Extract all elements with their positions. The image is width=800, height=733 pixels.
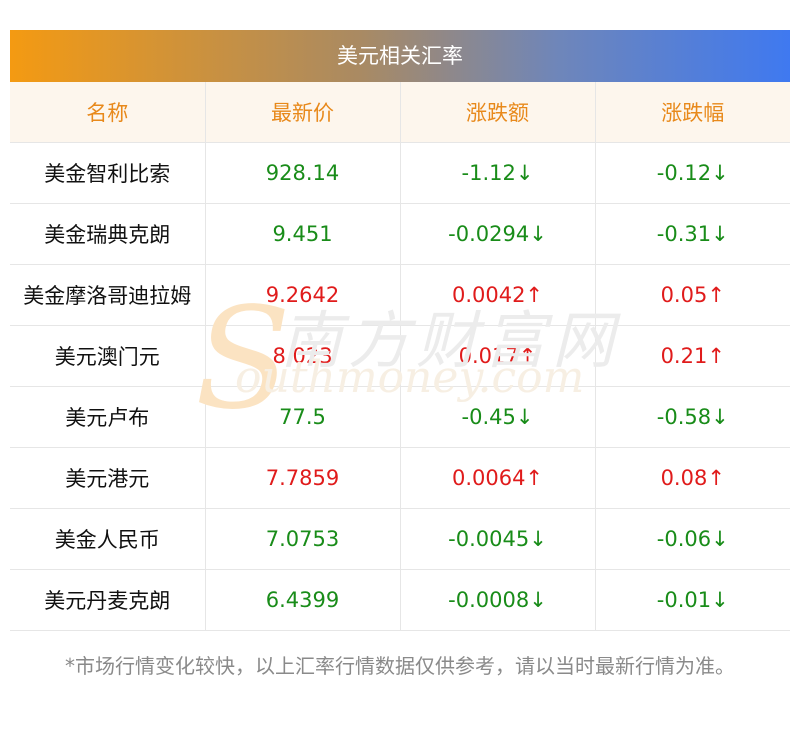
- table-row[interactable]: 美元澳门元 8.023 0.017↑ 0.21↑: [10, 325, 790, 387]
- currency-name[interactable]: 美元澳门元: [10, 325, 206, 387]
- currency-name[interactable]: 美金智利比索: [10, 142, 206, 204]
- table-row[interactable]: 美金摩洛哥迪拉姆 9.2642 0.0042↑ 0.05↑: [10, 264, 790, 326]
- table-row[interactable]: 美金智利比索 928.14 -1.12↓ -0.12↓: [10, 142, 790, 204]
- disclaimer-note: *市场行情变化较快，以上汇率行情数据仅供参考，请以当时最新行情为准。: [65, 654, 735, 678]
- latest-price: 7.7859: [205, 447, 401, 509]
- change-amount: -0.0045↓: [400, 508, 596, 570]
- change-amount: -0.0008↓: [400, 569, 596, 631]
- change-percent: 0.21↑: [595, 325, 790, 387]
- header-name: 名称: [10, 82, 206, 143]
- change-amount: 0.0042↑: [400, 264, 596, 326]
- latest-price: 8.023: [205, 325, 401, 387]
- latest-price: 9.2642: [205, 264, 401, 326]
- table-header-row: 名称 最新价 涨跌额 涨跌幅: [10, 82, 790, 143]
- change-amount: 0.0064↑: [400, 447, 596, 509]
- table-row[interactable]: 美金瑞典克朗 9.451 -0.0294↓ -0.31↓: [10, 203, 790, 265]
- card-title: 美元相关汇率: [10, 30, 790, 82]
- latest-price: 77.5: [205, 386, 401, 448]
- table-row[interactable]: 美金人民币 7.0753 -0.0045↓ -0.06↓: [10, 508, 790, 570]
- change-percent: -0.12↓: [595, 142, 790, 204]
- change-percent: 0.08↑: [595, 447, 790, 509]
- latest-price: 7.0753: [205, 508, 401, 570]
- exchange-rate-card: 美元相关汇率 名称 最新价 涨跌额 涨跌幅 美金智利比索 928.14 -1.1…: [10, 30, 790, 631]
- currency-name[interactable]: 美元港元: [10, 447, 206, 509]
- change-amount: -1.12↓: [400, 142, 596, 204]
- latest-price: 9.451: [205, 203, 401, 265]
- table-row[interactable]: 美元卢布 77.5 -0.45↓ -0.58↓: [10, 386, 790, 448]
- table-row[interactable]: 美元港元 7.7859 0.0064↑ 0.08↑: [10, 447, 790, 509]
- rates-table: 名称 最新价 涨跌额 涨跌幅 美金智利比索 928.14 -1.12↓ -0.1…: [10, 82, 790, 631]
- header-change: 涨跌额: [400, 82, 596, 143]
- change-amount: -0.0294↓: [400, 203, 596, 265]
- change-percent: -0.31↓: [595, 203, 790, 265]
- change-amount: 0.017↑: [400, 325, 596, 387]
- currency-name[interactable]: 美元丹麦克朗: [10, 569, 206, 631]
- latest-price: 928.14: [205, 142, 401, 204]
- currency-name[interactable]: 美金摩洛哥迪拉姆: [10, 264, 206, 326]
- table-row[interactable]: 美元丹麦克朗 6.4399 -0.0008↓ -0.01↓: [10, 569, 790, 631]
- latest-price: 6.4399: [205, 569, 401, 631]
- header-price: 最新价: [205, 82, 401, 143]
- currency-name[interactable]: 美元卢布: [10, 386, 206, 448]
- currency-name[interactable]: 美金人民币: [10, 508, 206, 570]
- change-amount: -0.45↓: [400, 386, 596, 448]
- currency-name[interactable]: 美金瑞典克朗: [10, 203, 206, 265]
- change-percent: -0.58↓: [595, 386, 790, 448]
- header-pct: 涨跌幅: [595, 82, 790, 143]
- change-percent: 0.05↑: [595, 264, 790, 326]
- change-percent: -0.06↓: [595, 508, 790, 570]
- change-percent: -0.01↓: [595, 569, 790, 631]
